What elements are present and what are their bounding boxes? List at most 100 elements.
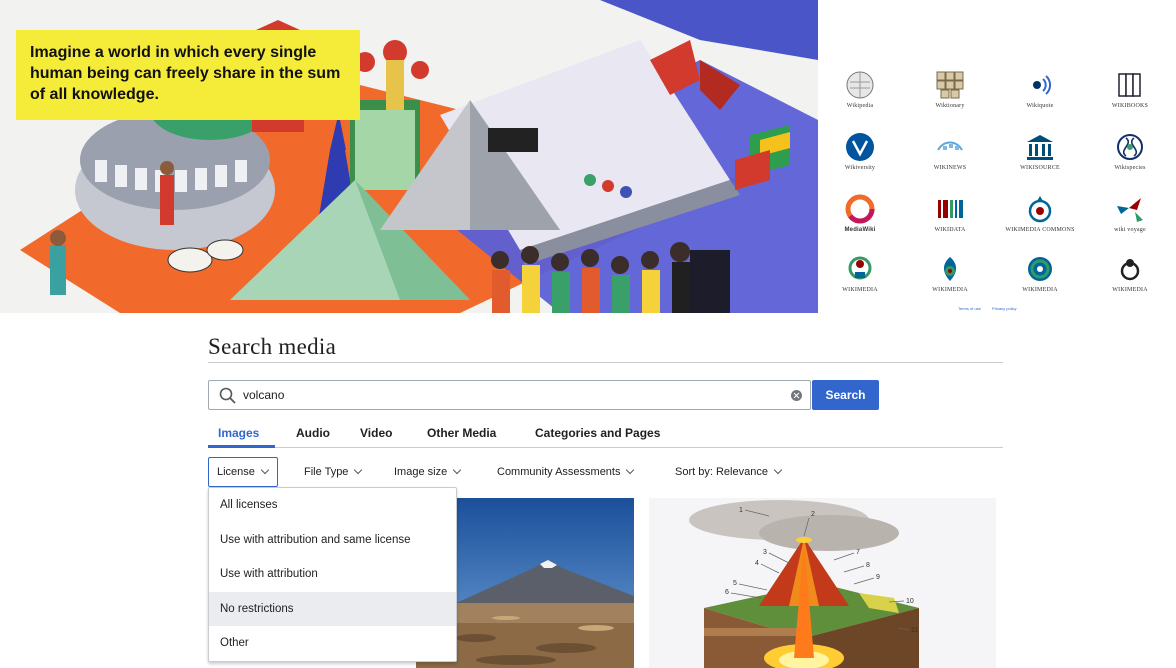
license-option-attribution[interactable]: Use with attribution bbox=[209, 557, 456, 592]
diagram-label: 11 bbox=[911, 627, 918, 634]
project-wiktionary[interactable]: Wiktionary bbox=[910, 70, 990, 128]
project-wikiquote[interactable]: Wikiquote bbox=[1000, 70, 1080, 128]
filter-label: Sort by: Relevance bbox=[675, 466, 768, 478]
tab-video[interactable]: Video bbox=[360, 426, 392, 440]
media-type-tabs: Images Audio Video Other Media Categorie… bbox=[208, 418, 1003, 448]
project-outreach[interactable]: WIKIMEDIA bbox=[1000, 254, 1080, 312]
mediawiki-icon bbox=[845, 194, 875, 224]
wikimedia-foundation-icon bbox=[1120, 259, 1140, 281]
wikimedia-outreach-icon bbox=[1028, 257, 1052, 281]
diagram-label: 10 bbox=[906, 598, 914, 605]
wikimedia-incubator-icon bbox=[943, 257, 957, 281]
active-tab-indicator bbox=[208, 445, 275, 448]
commons-icon bbox=[1028, 196, 1052, 223]
search-button[interactable]: Search bbox=[812, 380, 879, 410]
search-filters: License File Type Image size Community A… bbox=[208, 457, 1003, 487]
chevron-down-icon bbox=[452, 465, 462, 475]
project-name: MediaWiki bbox=[844, 227, 876, 233]
tab-audio[interactable]: Audio bbox=[296, 426, 330, 440]
project-wikivoyage[interactable]: wiki voyage bbox=[1090, 194, 1170, 252]
project-incubator[interactable]: WIKIMEDIA bbox=[910, 254, 990, 312]
diagram-label: 1 bbox=[739, 507, 743, 514]
tagline-callout: Imagine a world in which every single hu… bbox=[16, 30, 360, 120]
clear-icon[interactable] bbox=[791, 390, 802, 401]
wikivoyage-icon bbox=[1117, 198, 1143, 222]
license-option-other[interactable]: Other bbox=[209, 626, 456, 661]
project-wikispecies[interactable]: Wikispecies bbox=[1090, 132, 1170, 190]
diagram-label: 3 bbox=[763, 549, 767, 556]
license-option-attribution-same-license[interactable]: Use with attribution and same license bbox=[209, 523, 456, 558]
file-type-filter[interactable]: File Type bbox=[304, 457, 363, 487]
wikinews-icon bbox=[937, 141, 963, 151]
volcano-cross-section-diagram: 1 2 3 4 5 6 7 8 9 10 11 bbox=[649, 498, 996, 668]
license-filter[interactable]: License bbox=[208, 457, 278, 487]
diagram-label: 4 bbox=[755, 560, 759, 567]
license-option-no-restrictions[interactable]: No restrictions bbox=[209, 591, 456, 626]
project-name: WIKIMEDIA bbox=[842, 287, 878, 293]
project-name: WIKIMEDIA bbox=[1112, 287, 1148, 293]
diagram-label: 8 bbox=[866, 562, 870, 569]
chevron-down-icon bbox=[626, 465, 635, 475]
search-box[interactable] bbox=[208, 380, 811, 410]
project-name: Wiktionary bbox=[935, 103, 965, 109]
tab-other-media[interactable]: Other Media bbox=[427, 426, 496, 440]
project-name: WIKIMEDIA bbox=[1022, 287, 1058, 293]
sort-filter[interactable]: Sort by: Relevance bbox=[675, 457, 783, 487]
filter-label: License bbox=[217, 466, 255, 478]
page-title: Search media bbox=[208, 334, 337, 359]
title-divider bbox=[208, 362, 1003, 363]
terms-of-use-link[interactable]: Terms of use bbox=[958, 306, 981, 311]
chevron-down-icon bbox=[773, 465, 783, 475]
wikispecies-icon bbox=[1117, 134, 1143, 160]
project-commons[interactable]: WIKIMEDIA COMMONS bbox=[1000, 194, 1080, 252]
privacy-policy-link[interactable]: Privacy policy bbox=[992, 306, 1016, 311]
project-name: wiki voyage bbox=[1114, 227, 1146, 233]
project-name: Wikispecies bbox=[1114, 165, 1146, 171]
search-icon bbox=[219, 387, 236, 404]
project-name: WIKIDATA bbox=[934, 227, 966, 233]
license-option-all[interactable]: All licenses bbox=[209, 488, 456, 523]
wikiquote-icon bbox=[1033, 75, 1052, 95]
project-wikimedia-foundation[interactable]: WIKIMEDIA bbox=[1090, 254, 1170, 312]
project-name: Wikipedia bbox=[846, 103, 874, 109]
project-meta-wiki[interactable]: WIKIMEDIA bbox=[820, 254, 900, 312]
diagram-label: 6 bbox=[725, 589, 729, 596]
search-input[interactable] bbox=[243, 381, 773, 409]
diagram-label: 9 bbox=[876, 574, 880, 581]
wikibooks-icon bbox=[1118, 73, 1141, 97]
chevron-down-icon bbox=[260, 465, 270, 475]
filter-label: Community Assessments bbox=[497, 466, 621, 478]
hero-banner: Imagine a world in which every single hu… bbox=[0, 0, 818, 313]
diagram-label: 5 bbox=[733, 580, 737, 587]
project-name: WIKIBOOKS bbox=[1111, 103, 1149, 109]
project-wikiversity[interactable]: Wikiversity bbox=[820, 132, 900, 190]
result-thumbnail-volcano-diagram[interactable]: 1 2 3 4 5 6 7 8 9 10 11 bbox=[649, 498, 996, 668]
project-name: WIKISOURCE bbox=[1020, 165, 1060, 171]
wikisource-icon bbox=[1027, 135, 1053, 160]
tab-images[interactable]: Images bbox=[218, 426, 259, 440]
project-wikinews[interactable]: WIKINEWS bbox=[910, 132, 990, 190]
project-wikisource[interactable]: WIKISOURCE bbox=[1000, 132, 1080, 190]
project-name: WIKINEWS bbox=[933, 165, 967, 171]
project-name: Wikiquote bbox=[1026, 103, 1054, 109]
wikimedia-meta-icon bbox=[848, 256, 872, 280]
wikimedia-projects-panel: Wikipedia Wiktionary Wikiquote WIKIBOOKS… bbox=[818, 0, 1176, 313]
community-assessments-filter[interactable]: Community Assessments bbox=[497, 457, 635, 487]
filter-label: Image size bbox=[394, 466, 448, 478]
project-wikipedia[interactable]: Wikipedia bbox=[820, 70, 900, 128]
project-mediawiki[interactable]: MediaWiki bbox=[820, 194, 900, 252]
license-dropdown-menu: All licenses Use with attribution and sa… bbox=[208, 487, 457, 662]
project-wikidata[interactable]: WIKIDATA bbox=[910, 194, 990, 252]
project-name: WIKIMEDIA bbox=[932, 287, 968, 293]
filter-label: File Type bbox=[304, 466, 349, 478]
chevron-down-icon bbox=[354, 465, 363, 475]
diagram-label: 2 bbox=[811, 511, 815, 518]
image-size-filter[interactable]: Image size bbox=[394, 457, 462, 487]
tab-categories-and-pages[interactable]: Categories and Pages bbox=[535, 426, 660, 440]
project-wikibooks[interactable]: WIKIBOOKS bbox=[1090, 70, 1170, 128]
projects-footer-links: Terms of use Privacy policy bbox=[958, 306, 1026, 311]
wikipedia-globe-icon bbox=[846, 71, 874, 99]
wikidata-icon bbox=[938, 200, 963, 218]
diagram-label: 7 bbox=[856, 549, 860, 556]
wikiversity-icon bbox=[846, 133, 874, 161]
